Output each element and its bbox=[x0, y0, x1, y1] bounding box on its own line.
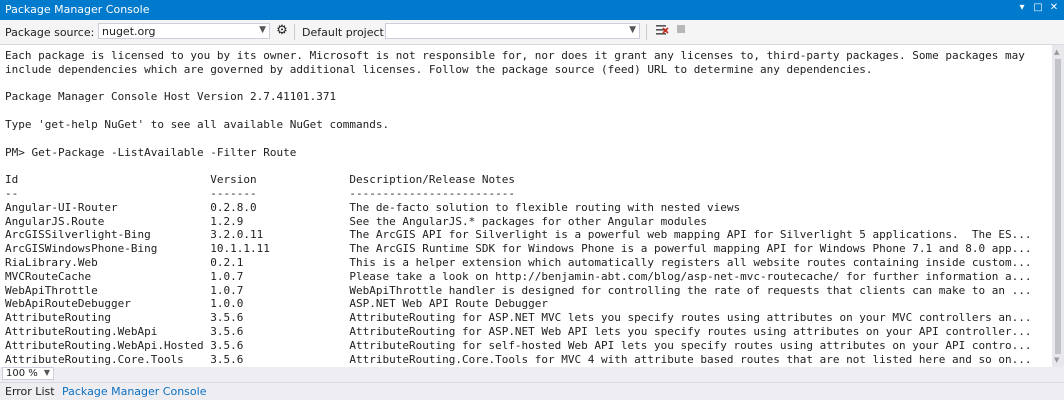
console-line: Each package is licensed to you by its o… bbox=[5, 49, 1025, 62]
console-line: AttributeRouting.WebApi.Hosted 3.5.6 Att… bbox=[5, 338, 1032, 352]
console-line: include dependencies which are governed … bbox=[5, 62, 873, 76]
default-project-select[interactable]: ▼ bbox=[385, 23, 640, 39]
tab-error-list[interactable]: Error List bbox=[5, 385, 55, 398]
console-line: AngularJS.Route 1.2.9 See the AngularJS.… bbox=[5, 214, 707, 228]
vertical-scrollbar[interactable]: ▲ ▼ bbox=[1052, 45, 1064, 367]
console-line: AttributeRouting 3.5.6 AttributeRouting … bbox=[5, 311, 1032, 325]
package-source-select[interactable]: nuget.org ▼ bbox=[98, 23, 270, 39]
chevron-down-icon: ▼ bbox=[43, 368, 50, 377]
chevron-down-icon: ▼ bbox=[259, 25, 266, 35]
console-text: Each package is licensed to you by its o… bbox=[0, 45, 1052, 366]
toolbar-separator bbox=[646, 24, 647, 40]
gear-icon[interactable]: ⚙ bbox=[274, 23, 290, 39]
scrollbar-thumb[interactable] bbox=[1055, 59, 1061, 354]
scroll-down-icon[interactable]: ▼ bbox=[1054, 356, 1059, 364]
zoom-value: 100 % bbox=[6, 368, 38, 379]
clear-console-icon[interactable] bbox=[654, 23, 670, 39]
tab-package-manager-console[interactable]: Package Manager Console bbox=[62, 385, 206, 398]
stop-icon[interactable] bbox=[673, 23, 689, 39]
window-controls: ▾ □ ✕ bbox=[1016, 2, 1060, 13]
console-line: Package Manager Console Host Version 2.7… bbox=[5, 90, 337, 104]
console-line: AttributeRouting.WebApi 3.5.6 AttributeR… bbox=[5, 324, 1032, 338]
scroll-up-icon[interactable]: ▲ bbox=[1054, 48, 1059, 56]
package-source-label: Package source: bbox=[5, 26, 95, 39]
console-line: -- ------- ------------------------- bbox=[5, 186, 515, 200]
console-line: ArcGISSilverlight-Bing 3.2.0.11 The ArcG… bbox=[5, 228, 1032, 242]
dropdown-menu-icon[interactable]: ▾ bbox=[1016, 2, 1028, 13]
zoom-bar: 100 % ▼ bbox=[0, 367, 1064, 381]
console-line: Type 'get-help NuGet' to see all availab… bbox=[5, 117, 390, 131]
console-line: AttributeRouting.Core.Tools 3.5.6 Attrib… bbox=[5, 352, 1032, 366]
package-source-value: nuget.org bbox=[102, 25, 156, 38]
console-line: WebApiRouteDebugger 1.0.0 ASP.NET Web AP… bbox=[5, 297, 549, 311]
chevron-down-icon: ▼ bbox=[629, 25, 636, 35]
zoom-select[interactable]: 100 % ▼ bbox=[2, 367, 54, 380]
toolbar-separator bbox=[294, 24, 295, 40]
console-line: MVCRouteCache 1.0.7 Please take a look o… bbox=[5, 269, 1032, 283]
console-line: Angular-UI-Router 0.2.8.0 The de-facto s… bbox=[5, 200, 741, 214]
console-line: PM> Get-Package -ListAvailable -Filter R… bbox=[5, 145, 297, 159]
console-line: ArcGISWindowsPhone-Bing 10.1.1.11 The Ar… bbox=[5, 242, 1032, 256]
panel-titlebar: Package Manager Console ▾ □ ✕ bbox=[0, 0, 1064, 20]
close-icon[interactable]: ✕ bbox=[1048, 2, 1060, 13]
console-line: WebApiThrottle 1.0.7 WebApiThrottle hand… bbox=[5, 283, 1032, 297]
console-toolbar: Package source: nuget.org ▼ ⚙ Default pr… bbox=[0, 20, 1064, 45]
console-line: Id Version Description/Release Notes bbox=[5, 173, 515, 187]
console-output[interactable]: Each package is licensed to you by its o… bbox=[0, 45, 1052, 367]
tool-window-tabs: Error List Package Manager Console bbox=[0, 382, 1064, 400]
default-project-label: Default project: bbox=[302, 26, 388, 39]
maximize-icon[interactable]: □ bbox=[1032, 2, 1044, 13]
console-line: RiaLibrary.Web 0.2.1 This is a helper ex… bbox=[5, 255, 1032, 269]
panel-title: Package Manager Console bbox=[5, 3, 150, 16]
